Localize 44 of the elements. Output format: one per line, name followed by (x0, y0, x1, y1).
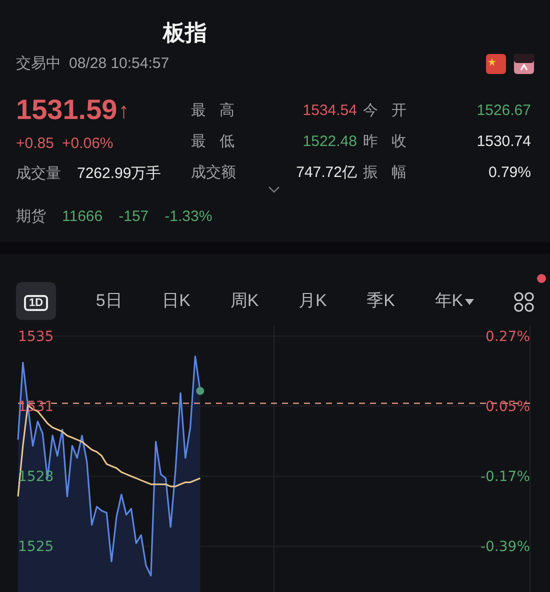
stat-label: 成交额 (191, 163, 237, 184)
period-tab[interactable]: 年K (434, 284, 474, 318)
stat-value: 0.79% (487, 163, 531, 184)
page-title: 板指 (163, 19, 207, 47)
arrow-icon: ↑ (118, 94, 130, 126)
stat-value: 1526.67 (476, 100, 531, 120)
stat-label: 今开 (363, 100, 421, 120)
flag-icon[interactable] (486, 54, 506, 74)
stat-label: 成交量 (16, 164, 61, 184)
stat-label: 最高 (191, 100, 249, 120)
futures-value: -157 (118, 206, 149, 226)
period-tab[interactable]: 5日 (96, 284, 122, 318)
price-axis-label: 1535 (18, 328, 54, 345)
change-percent: +0.06% (62, 134, 114, 154)
futures-value: 11666 (62, 206, 103, 226)
stat-value: 1530.74 (476, 132, 531, 152)
stat-value: 1534.54 (302, 100, 357, 120)
timestamp: 08/28 10:54:57 (69, 54, 170, 74)
period-tab[interactable]: 周K (230, 284, 259, 318)
period-tab[interactable]: 月K (298, 284, 327, 318)
period-tab[interactable]: 季K (366, 284, 395, 318)
flag-icon[interactable] (514, 54, 534, 74)
percent-axis-label: -0.17% (480, 468, 530, 485)
stat-label: 最低 (191, 132, 249, 152)
price-axis-label: 1525 (18, 538, 54, 555)
percent-axis-label: 0.05% (486, 398, 530, 415)
percent-axis-label: 0.27% (486, 328, 530, 345)
grid-icon (514, 292, 534, 312)
last-price-dot (196, 386, 204, 394)
stat-value: 7262.99万手 (77, 164, 162, 184)
period-tab[interactable]: 1D (16, 282, 56, 320)
price-value: 1531.59 (16, 96, 118, 124)
percent-axis-label: -0.39% (480, 538, 530, 555)
futures-label: 期货 (16, 206, 46, 226)
stat-label: 昨收 (363, 132, 421, 152)
change-value: +0.85 (16, 134, 54, 154)
futures-value: -1.33% (164, 206, 212, 226)
caret-icon (465, 298, 474, 305)
stat-label: 振幅 (363, 163, 421, 184)
trading-status: 交易中 (16, 54, 61, 74)
stat-value: 1522.48 (302, 132, 357, 152)
period-tab[interactable]: 日K (162, 284, 190, 318)
chevron-down-icon[interactable] (268, 186, 280, 194)
stat-value: 747.72亿 (295, 163, 357, 184)
